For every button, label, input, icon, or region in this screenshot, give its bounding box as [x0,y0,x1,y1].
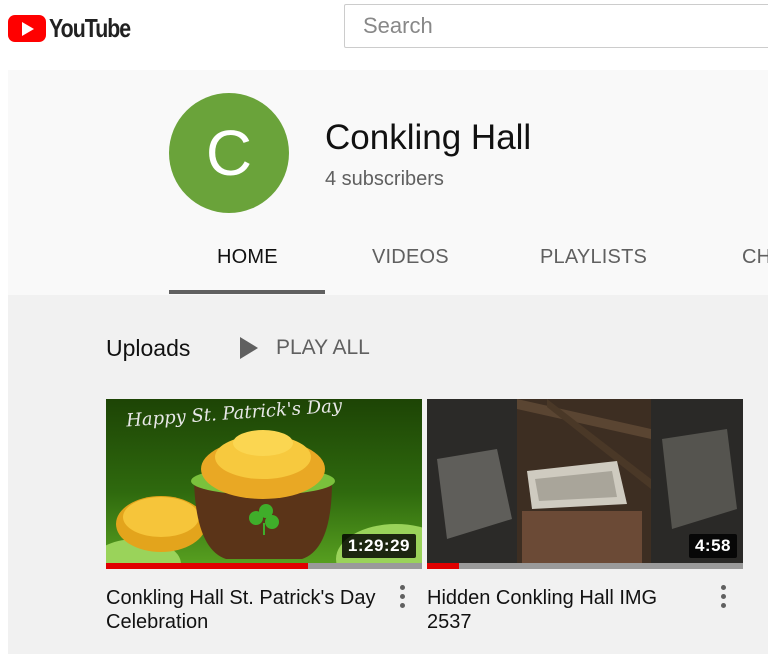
video-duration: 4:58 [688,534,737,558]
video-title[interactable]: Hidden Conkling Hall IMG 2537 [427,586,697,634]
search-input[interactable] [345,5,768,47]
logo-text: YouTube [49,13,131,43]
video-duration: 1:29:29 [341,534,416,558]
tab-playlists[interactable]: PLAYLISTS [540,246,647,269]
video-card[interactable]: 4:58 Hidden Conkling Hall IMG 2537 [427,399,743,634]
subscriber-count: 4 subscribers [325,168,444,190]
watch-progress-fill [427,563,459,569]
tab-channels[interactable]: CH [742,246,768,269]
watch-progress-bar [106,563,422,569]
video-thumbnail[interactable]: Happy St. Patrick's Day 1:29:29 [106,399,422,569]
play-icon [240,337,258,359]
watch-progress-bar [427,563,743,569]
top-bar: YouTube [0,0,768,56]
watch-progress-fill [106,563,309,569]
active-tab-indicator [169,290,325,294]
play-all-button[interactable]: PLAY ALL [240,336,370,360]
youtube-logo[interactable]: YouTube [8,13,148,44]
channel-header: C Conkling Hall 4 subscribers HOME VIDEO… [8,70,768,295]
tab-home[interactable]: HOME [217,246,278,269]
youtube-play-icon [8,15,46,42]
video-thumbnail[interactable]: 4:58 [427,399,743,569]
more-options-icon[interactable] [392,585,412,613]
video-card[interactable]: Happy St. Patrick's Day 1:29:29 Conkling… [106,399,422,634]
play-all-label: PLAY ALL [276,336,370,359]
channel-avatar[interactable]: C [169,93,289,213]
uploads-section: Uploads PLAY ALL Happy St. Patrick's Day… [8,295,768,654]
more-options-icon[interactable] [713,585,733,613]
tab-videos[interactable]: VIDEOS [372,246,449,269]
video-title[interactable]: Conkling Hall St. Patrick's Day Celebrat… [106,586,376,634]
search-box [344,4,768,48]
uploads-heading: Uploads [106,335,191,361]
channel-name: Conkling Hall [325,118,532,157]
